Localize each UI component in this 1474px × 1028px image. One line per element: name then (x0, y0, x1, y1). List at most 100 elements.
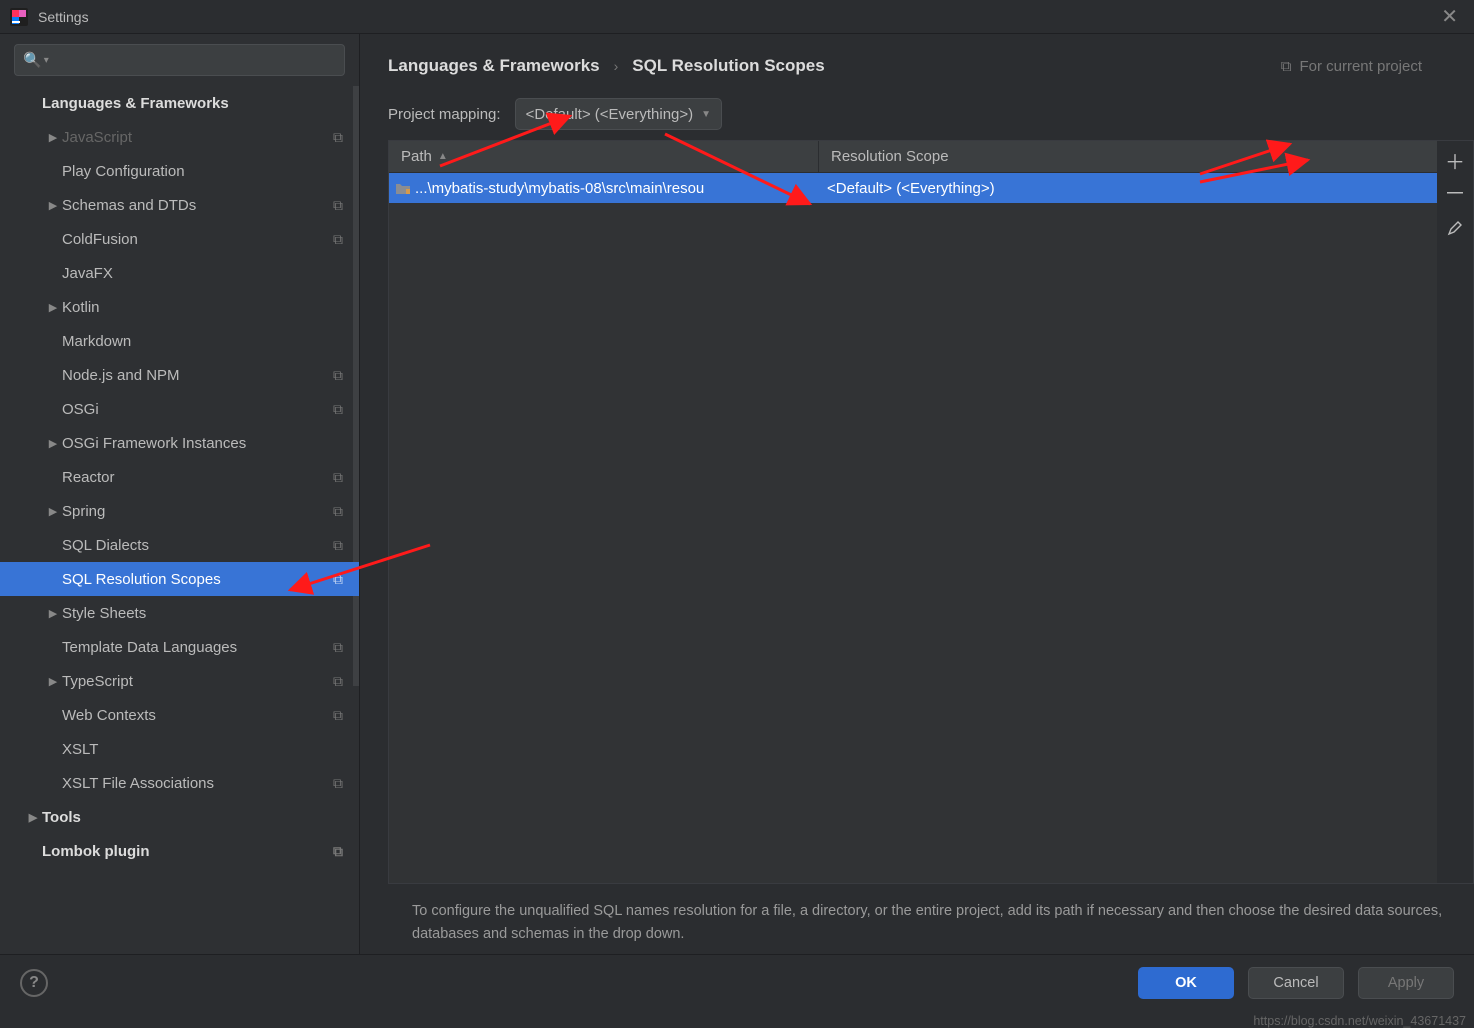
tree-item-label: JavaScript (62, 129, 327, 146)
tree-item[interactable]: XSLT File Associations⧉ (0, 766, 359, 800)
cancel-button[interactable]: Cancel (1248, 967, 1344, 999)
tree-item-label: Play Configuration (62, 163, 349, 180)
path-column-header[interactable]: Path ▲ (389, 141, 819, 172)
settings-sidebar: 🔍 ▾ Languages & Frameworks ▶JavaScript⧉P… (0, 34, 360, 954)
tree-item[interactable]: Template Data Languages⧉ (0, 630, 359, 664)
help-button[interactable]: ? (20, 969, 48, 997)
edit-button[interactable] (1440, 213, 1470, 243)
tree-item[interactable]: SQL Dialects⧉ (0, 528, 359, 562)
scope-cell: <Default> (<Everything>) (819, 180, 1437, 197)
copy-icon: ⧉ (1281, 58, 1292, 75)
resources-folder-icon (395, 181, 411, 195)
tree-item[interactable]: ▶TypeScript⧉ (0, 664, 359, 698)
copy-icon: ⧉ (327, 707, 349, 724)
column-label: Path (401, 148, 432, 165)
tree-item-label: Tools (42, 809, 349, 826)
tree-item[interactable]: ▶Tools (0, 800, 359, 834)
remove-button[interactable]: － (1440, 179, 1470, 209)
app-icon (10, 8, 28, 26)
scope-note-label: For current project (1299, 58, 1422, 75)
tree-item[interactable]: Markdown (0, 324, 359, 358)
search-icon: 🔍 (23, 51, 42, 69)
tree-item-label: OSGi (62, 401, 327, 418)
main-panel: Languages & Frameworks › SQL Resolution … (360, 34, 1474, 954)
tree-item[interactable]: ▶OSGi Framework Instances (0, 426, 359, 460)
tree-item[interactable]: ColdFusion⧉ (0, 222, 359, 256)
copy-icon: ⧉ (327, 775, 349, 792)
tree-item-label: Template Data Languages (62, 639, 327, 656)
tree-item[interactable]: ▶JavaScript⧉ (0, 120, 359, 154)
tree-item[interactable]: JavaFX (0, 256, 359, 290)
tree-item[interactable]: Node.js and NPM⧉ (0, 358, 359, 392)
add-button[interactable]: ＋ (1440, 145, 1470, 175)
dropdown-value: <Default> (<Everything>) (526, 106, 694, 123)
project-mapping-label: Project mapping: (388, 106, 501, 123)
copy-icon: ⧉ (327, 503, 349, 520)
tree-item-label: Kotlin (62, 299, 349, 316)
chevron-right-icon: ▶ (26, 811, 40, 824)
copy-icon: ⧉ (327, 231, 349, 248)
settings-tree[interactable]: Languages & Frameworks ▶JavaScript⧉Play … (0, 86, 359, 954)
path-cell: ...\mybatis-study\mybatis-08\src\main\re… (415, 180, 704, 197)
tree-item[interactable]: SQL Resolution Scopes⧉ (0, 562, 359, 596)
tree-item[interactable]: Reactor⧉ (0, 460, 359, 494)
scope-table: Path ▲ Resolution Scope ...\mybatis-stud (389, 141, 1437, 883)
search-input[interactable]: 🔍 ▾ (14, 44, 345, 76)
breadcrumb-leaf: SQL Resolution Scopes (632, 56, 824, 76)
copy-icon: ⧉ (327, 639, 349, 656)
chevron-right-icon: ▶ (46, 505, 60, 518)
tree-item-label: Web Contexts (62, 707, 327, 724)
copy-icon: ⧉ (327, 537, 349, 554)
tree-item-label: SQL Dialects (62, 537, 327, 554)
tree-item[interactable]: Lombok plugin⧉ (0, 834, 359, 868)
search-mode-caret-icon: ▾ (44, 55, 49, 66)
tree-item[interactable]: ▶Style Sheets (0, 596, 359, 630)
tree-item[interactable]: ▶Kotlin (0, 290, 359, 324)
resolution-scope-column-header[interactable]: Resolution Scope (819, 141, 1437, 172)
tree-item-label: ColdFusion (62, 231, 327, 248)
copy-icon: ⧉ (327, 129, 349, 146)
tree-item-label: Reactor (62, 469, 327, 486)
watermark-text: https://blog.csdn.net/weixin_43671437 (1253, 1014, 1466, 1028)
ok-button[interactable]: OK (1138, 967, 1234, 999)
copy-icon: ⧉ (327, 673, 349, 690)
chevron-right-icon: ▶ (46, 199, 60, 212)
table-toolbar: ＋ － (1437, 141, 1473, 883)
scope-note: ⧉ For current project (1281, 58, 1422, 75)
table-row[interactable]: ...\mybatis-study\mybatis-08\src\main\re… (389, 173, 1437, 203)
dialog-footer: ? OK Cancel Apply (0, 954, 1474, 1010)
tree-item-label: Markdown (62, 333, 349, 350)
chevron-right-icon: ▶ (46, 437, 60, 450)
chevron-right-icon: ▶ (46, 675, 60, 688)
copy-icon: ⧉ (327, 367, 349, 384)
tree-item[interactable]: Play Configuration (0, 154, 359, 188)
tree-item-label: Node.js and NPM (62, 367, 327, 384)
tree-item-label: JavaFX (62, 265, 349, 282)
tree-item-label: XSLT File Associations (62, 775, 327, 792)
tree-item[interactable]: ▶Schemas and DTDs⧉ (0, 188, 359, 222)
project-mapping-dropdown[interactable]: <Default> (<Everything>) ▼ (515, 98, 723, 130)
breadcrumb-root: Languages & Frameworks (388, 56, 600, 76)
tree-item[interactable]: OSGi⧉ (0, 392, 359, 426)
hint-text: To configure the unqualified SQL names r… (360, 884, 1474, 954)
tree-item-label: Spring (62, 503, 327, 520)
chevron-right-icon: ▶ (46, 131, 60, 144)
column-label: Resolution Scope (831, 148, 949, 165)
tree-item-label: OSGi Framework Instances (62, 435, 349, 452)
tree-item[interactable]: Web Contexts⧉ (0, 698, 359, 732)
apply-button[interactable]: Apply (1358, 967, 1454, 999)
tree-item-label: Languages & Frameworks (42, 95, 349, 112)
tree-item[interactable]: ▶Spring⧉ (0, 494, 359, 528)
tree-item-label: TypeScript (62, 673, 327, 690)
copy-icon: ⧉ (327, 571, 349, 588)
tree-item[interactable]: XSLT (0, 732, 359, 766)
chevron-down-icon: ▼ (701, 109, 711, 120)
tree-item-label: SQL Resolution Scopes (62, 571, 327, 588)
breadcrumb: Languages & Frameworks › SQL Resolution … (360, 34, 1474, 98)
sort-asc-icon: ▲ (438, 151, 448, 162)
chevron-right-icon: ▶ (46, 301, 60, 314)
tree-item-label: Style Sheets (62, 605, 349, 622)
tree-section-languages-frameworks[interactable]: Languages & Frameworks (0, 86, 359, 120)
copy-icon: ⧉ (327, 843, 349, 860)
close-button[interactable]: ✕ (1435, 4, 1464, 29)
